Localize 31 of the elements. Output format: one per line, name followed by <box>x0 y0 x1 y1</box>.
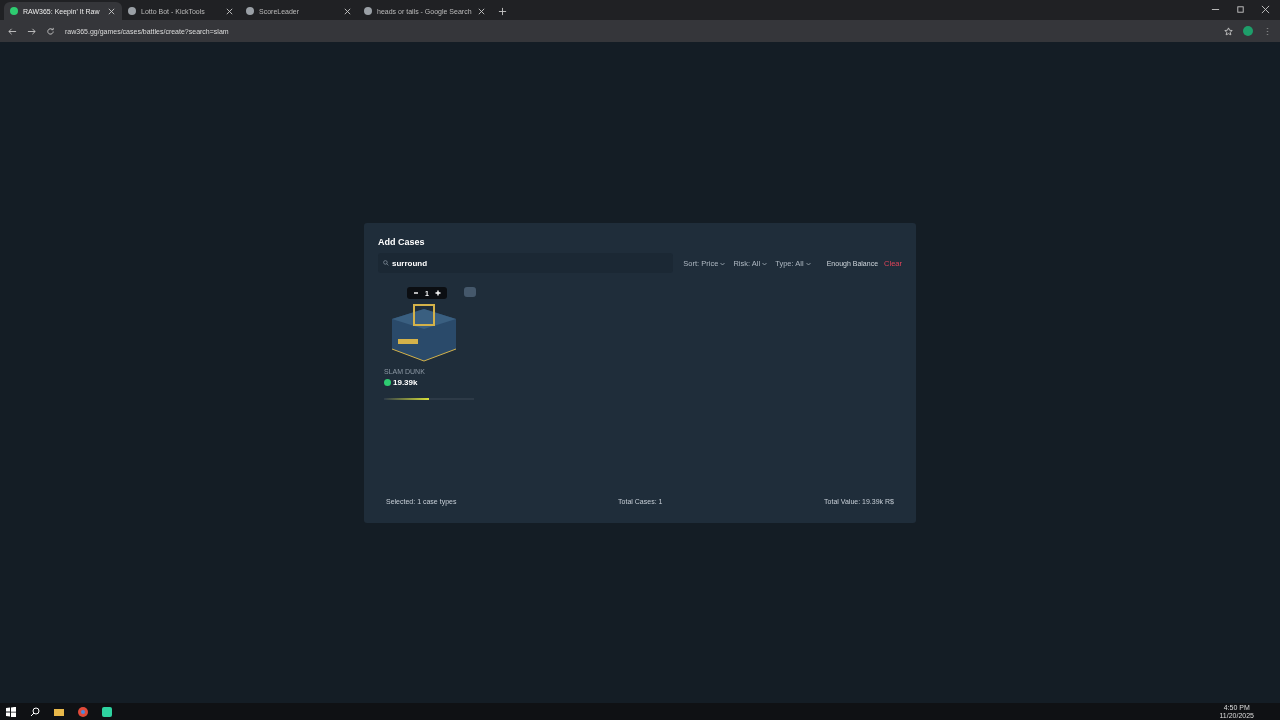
modal-title: Add Cases <box>378 237 426 247</box>
close-icon[interactable] <box>107 6 116 16</box>
chevron-down-icon <box>805 261 811 266</box>
minus-icon[interactable] <box>413 289 419 297</box>
search-field[interactable]: surround <box>378 253 674 273</box>
browser-icon[interactable] <box>78 706 88 717</box>
chevron-down-icon <box>762 261 768 266</box>
chat-app-icon[interactable] <box>102 706 112 717</box>
back-icon[interactable] <box>8 26 17 36</box>
coin-icon <box>384 379 391 386</box>
case-price: 19.39k <box>393 378 418 387</box>
search-icon <box>383 260 389 266</box>
profile-avatar[interactable] <box>1243 26 1253 36</box>
close-icon[interactable] <box>1261 5 1270 14</box>
reload-icon[interactable] <box>46 26 55 36</box>
favicon-icon <box>246 7 254 15</box>
folder-icon[interactable] <box>54 706 64 717</box>
new-tab-icon[interactable] <box>497 7 507 16</box>
star-icon[interactable] <box>1224 26 1233 36</box>
restore-icon[interactable] <box>1236 5 1245 14</box>
plus-icon[interactable] <box>434 289 441 297</box>
favicon-icon <box>10 7 18 15</box>
start-icon[interactable] <box>6 706 16 717</box>
close-icon[interactable] <box>225 6 234 16</box>
forward-icon[interactable] <box>27 26 36 36</box>
favicon-icon <box>128 7 136 15</box>
chevron-down-icon <box>720 261 726 266</box>
close-icon[interactable] <box>476 6 486 16</box>
favicon-icon <box>364 7 372 15</box>
close-icon[interactable] <box>343 6 352 16</box>
search-icon[interactable] <box>30 706 40 717</box>
